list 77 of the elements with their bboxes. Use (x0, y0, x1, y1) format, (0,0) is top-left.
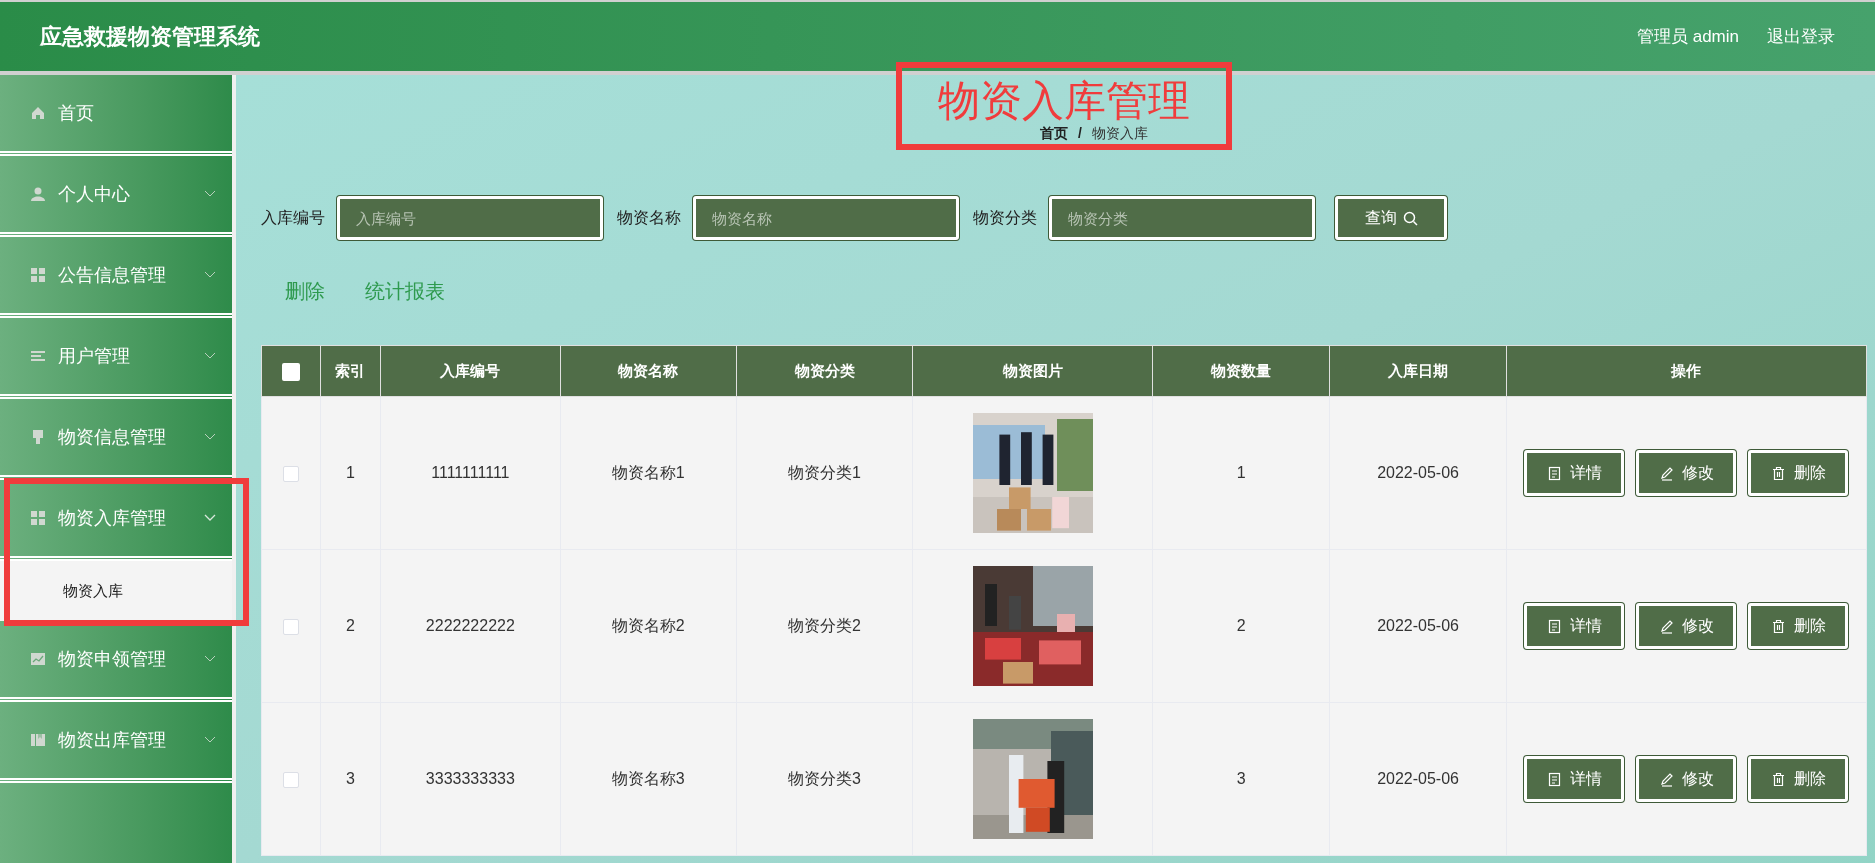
field-label: 入库编号 (261, 208, 325, 228)
pencil-icon (1659, 465, 1674, 481)
table-cell: 1111111111 (380, 396, 561, 550)
table-cell: 物资名称3 (560, 702, 737, 856)
column-header: 入库日期 (1329, 345, 1507, 397)
table-cell: 2 (1152, 549, 1330, 703)
column-header: 入库编号 (380, 345, 561, 397)
row-action-button[interactable]: 删除 (1748, 603, 1849, 649)
table-cell: 2022-05-06 (1329, 549, 1507, 703)
table-cell: 2222222222 (380, 549, 561, 703)
row-action-button[interactable]: 修改 (1636, 756, 1737, 802)
document-icon (1547, 465, 1562, 481)
checkbox[interactable] (282, 465, 299, 482)
sidebar-item[interactable]: 物资申领管理 (0, 621, 232, 702)
table-cell: 物资分类2 (736, 549, 913, 703)
home-icon (30, 105, 46, 121)
sidebar-item[interactable]: 物资出库管理 (0, 702, 232, 783)
list-icon (30, 348, 46, 364)
pencil-icon (1659, 618, 1674, 634)
sidebar-item[interactable]: 个人中心 (0, 156, 232, 237)
grid-icon (30, 267, 46, 283)
table-cell: 2022-05-06 (1329, 396, 1507, 550)
pin-icon (30, 429, 46, 445)
book-icon (30, 732, 46, 748)
column-header: 操作 (1506, 345, 1867, 397)
app-title: 应急救援物资管理系统 (40, 23, 260, 51)
column-header: 物资名称 (560, 345, 737, 397)
search-button[interactable]: 查询 (1335, 196, 1447, 240)
sidebar-item[interactable]: 公告信息管理 (0, 237, 232, 318)
column-header: 物资分类 (736, 345, 913, 397)
breadcrumb-current: 物资入库 (1091, 124, 1148, 142)
table-cell: 3 (320, 702, 381, 856)
table-cell: 3 (1152, 702, 1330, 856)
table-cell: 3333333333 (380, 702, 561, 856)
row-action-button[interactable]: 修改 (1636, 450, 1737, 496)
user-label: 管理员 admin (1636, 25, 1739, 48)
document-icon (1547, 618, 1562, 634)
document-icon (1547, 771, 1562, 787)
checkbox[interactable] (282, 618, 299, 635)
table-cell: 1 (320, 396, 381, 550)
logout-link[interactable]: 退出登录 (1767, 23, 1835, 50)
checkbox[interactable] (282, 771, 299, 788)
column-header: 物资图片 (912, 345, 1153, 397)
user-icon (30, 186, 46, 202)
search-field[interactable]: 入库编号 (337, 196, 603, 240)
row-action-button[interactable]: 详情 (1524, 603, 1625, 649)
row-action-button[interactable]: 删除 (1748, 450, 1849, 496)
chart-icon (30, 651, 46, 667)
breadcrumb-link[interactable]: 首页 (1040, 124, 1069, 142)
table-cell: 物资名称1 (560, 396, 737, 550)
table-cell: 2022-05-06 (1329, 702, 1507, 856)
trash-icon (1771, 618, 1786, 634)
field-label: 物资分类 (973, 208, 1037, 228)
table-cell: 2 (320, 549, 381, 703)
table-cell: 物资分类1 (736, 396, 913, 550)
column-header: 物资数量 (1152, 345, 1330, 397)
breadcrumb-separator: / (1078, 124, 1082, 142)
pencil-icon (1659, 771, 1674, 787)
search-icon (1402, 210, 1418, 226)
field-label: 物资名称 (617, 208, 681, 228)
grid-icon (30, 510, 46, 526)
search-field[interactable]: 物资名称 (693, 196, 959, 240)
trash-icon (1771, 465, 1786, 481)
page-title: 物资入库管理 (938, 78, 1190, 124)
submenu-item[interactable]: 物资入库 (0, 561, 232, 621)
trash-icon (1771, 771, 1786, 787)
row-action-button[interactable]: 详情 (1524, 756, 1625, 802)
search-field[interactable]: 物资分类 (1049, 196, 1315, 240)
sidebar-item[interactable]: 用户管理 (0, 318, 232, 399)
column-header: 索引 (320, 345, 381, 397)
row-action-button[interactable]: 修改 (1636, 603, 1737, 649)
table-cell: 物资分类3 (736, 702, 913, 856)
row-action-button[interactable]: 详情 (1524, 450, 1625, 496)
sidebar-item[interactable]: 首页 (0, 75, 232, 156)
row-action-button[interactable]: 删除 (1748, 756, 1849, 802)
table-cell: 1 (1152, 396, 1330, 550)
table-cell: 物资名称2 (560, 549, 737, 703)
